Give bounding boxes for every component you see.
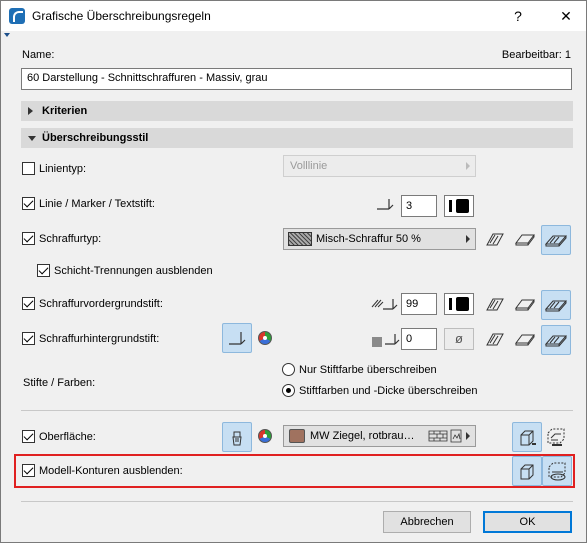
surface-fill-icon (515, 234, 535, 246)
popup-chevron-icon (466, 162, 470, 170)
close-button[interactable]: ✕ (554, 5, 578, 27)
surface-all-icon (547, 428, 565, 446)
radio-pen-color-only[interactable] (282, 363, 295, 376)
linetype-popup[interactable]: Volllinie (283, 155, 476, 177)
collapse-arrow-icon (28, 136, 36, 141)
color-wheel-icon[interactable] (258, 429, 272, 443)
dropdown-marker-icon (4, 33, 10, 37)
fill-type-value: Misch-Schraffur 50 % (316, 233, 421, 245)
linetype-value: Volllinie (290, 160, 328, 172)
ok-button[interactable]: OK (483, 511, 572, 533)
bg-pen-number[interactable]: 0 (401, 328, 437, 350)
cover-fill-icon (544, 300, 568, 312)
surface-value: MW Ziegel, rotbrau… (310, 430, 415, 442)
help-button[interactable]: ? (506, 5, 530, 27)
cover-fill-button[interactable] (541, 325, 571, 355)
surface-label: Oberfläche: (39, 431, 96, 443)
object-surface-icon (520, 430, 536, 446)
model-contour-icon (520, 464, 534, 480)
app-icon (9, 8, 25, 24)
cut-fill-icon (486, 333, 504, 346)
fg-pen-icon (371, 299, 398, 310)
contour-all-button[interactable] (542, 456, 572, 486)
pen-mode-button[interactable] (222, 323, 252, 353)
window-title: Grafische Überschreibungsregeln (32, 9, 211, 23)
paint-bucket-icon (232, 431, 242, 446)
hide-contours-checkbox[interactable] (22, 464, 35, 477)
fg-pen-label: Schraffurvordergrundstift: (39, 298, 163, 310)
contour-override-button[interactable] (512, 456, 542, 486)
line-pen-checkbox[interactable] (22, 197, 35, 210)
style-section-header[interactable]: Überschreibungsstil (21, 128, 573, 148)
editable-label: Bearbeitbar: 1 (501, 49, 571, 61)
fill-type-checkbox[interactable] (22, 232, 35, 245)
popup-chevron-icon (466, 432, 470, 440)
texture-icon (450, 429, 462, 443)
surface-checkbox[interactable] (22, 430, 35, 443)
separator (21, 501, 573, 502)
criteria-title: Kriterien (42, 105, 88, 117)
radio-pen-color-only-label: Nur Stiftfarbe überschreiben (299, 364, 437, 376)
surface-color-swatch (289, 429, 305, 443)
pen-icon (385, 334, 400, 345)
criteria-section-header[interactable]: Kriterien (21, 101, 573, 121)
cut-fill-icon (486, 233, 504, 246)
fill-type-popup[interactable]: Misch-Schraffur 50 % (283, 228, 476, 250)
cover-fill-button[interactable] (541, 290, 571, 320)
hatch-swatch (288, 232, 312, 246)
fg-pen-checkbox[interactable] (22, 297, 35, 310)
name-field[interactable]: 60 Darstellung - Schnittschraffuren - Ma… (21, 68, 572, 90)
hide-layers-checkbox[interactable] (37, 264, 50, 277)
name-label: Name: (22, 49, 55, 61)
surface-fill-icon (515, 299, 535, 311)
cancel-button[interactable]: Abbrechen (383, 511, 471, 533)
title-bar: Grafische Überschreibungsregeln ? ✕ (1, 1, 586, 31)
bg-color-swatch (372, 337, 382, 347)
color-wheel-icon[interactable] (258, 331, 272, 345)
hide-layers-label: Schicht-Trennungen ausblenden (54, 265, 213, 277)
pen-icon (377, 199, 394, 210)
cover-fill-button[interactable] (541, 225, 571, 255)
linetype-checkbox[interactable] (22, 162, 35, 175)
fg-pen-swatch[interactable] (444, 293, 474, 315)
fg-pen-number[interactable]: 99 (401, 293, 437, 315)
pen-icon (229, 332, 246, 345)
bg-pen-label: Schraffurhintergrundstift: (39, 333, 160, 345)
line-pen-number[interactable]: 3 (401, 195, 437, 217)
brick-pattern-icon (428, 430, 448, 442)
bg-pen-checkbox[interactable] (22, 332, 35, 345)
expand-arrow-icon (28, 107, 33, 115)
line-pen-label: Linie / Marker / Textstift: (39, 198, 155, 210)
linetype-label: Linientyp: (39, 163, 87, 175)
cover-fill-icon (544, 235, 568, 247)
dialog-window: Grafische Überschreibungsregeln ? ✕ Name… (0, 0, 587, 543)
line-pen-swatch[interactable] (444, 195, 474, 217)
fill-type-label: Schraffurtyp: (39, 233, 102, 245)
separator (21, 410, 573, 411)
cut-fill-icon (486, 298, 504, 311)
surface-override-button[interactable] (512, 422, 542, 452)
radio-pen-color-thickness[interactable] (282, 384, 295, 397)
surface-brush-button[interactable] (222, 422, 252, 452)
style-title: Überschreibungsstil (42, 132, 149, 144)
cover-fill-icon (544, 335, 568, 347)
pens-colors-label: Stifte / Farben: (23, 377, 96, 389)
surface-popup[interactable]: MW Ziegel, rotbrau… (283, 425, 476, 447)
bg-pen-empty-swatch[interactable]: ø (444, 328, 474, 350)
hide-contours-label: Modell-Konturen ausblenden: (39, 465, 183, 477)
popup-chevron-icon (466, 235, 470, 243)
radio-pen-color-thickness-label: Stiftfarben und -Dicke überschreiben (299, 385, 478, 397)
model-contour-all-icon (548, 462, 566, 481)
surface-fill-icon (515, 334, 535, 346)
